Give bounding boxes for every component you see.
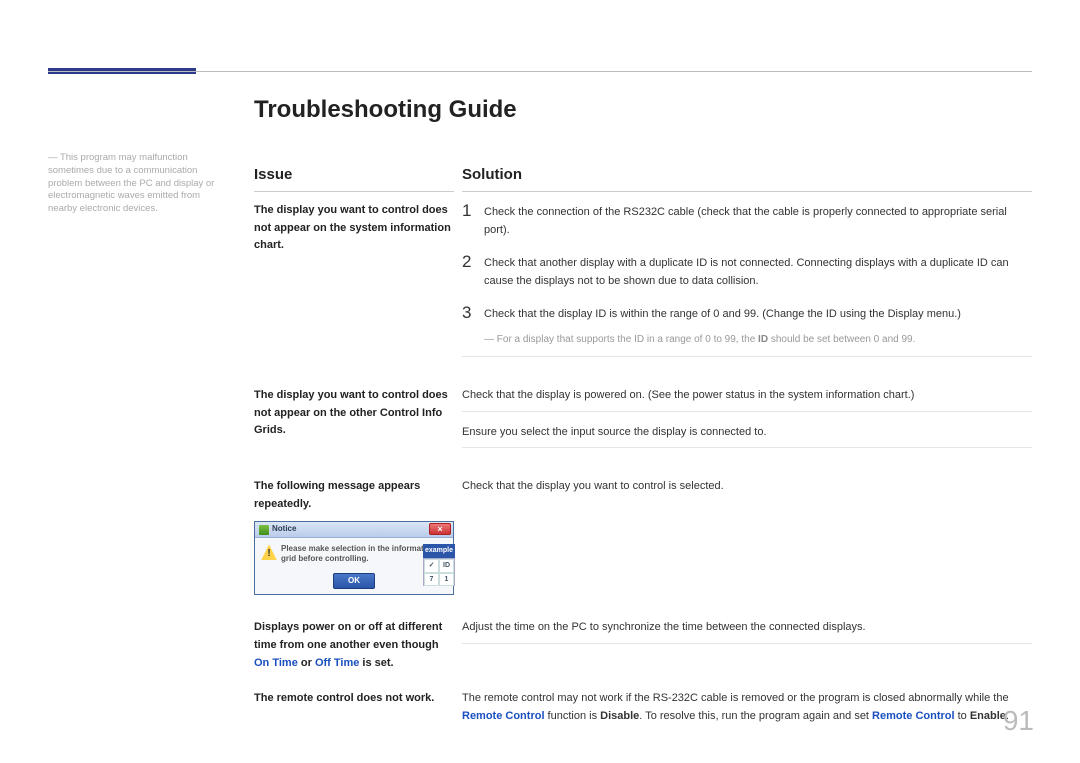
divider bbox=[462, 447, 1032, 448]
issue-text: The remote control does not work. bbox=[254, 690, 454, 725]
divider bbox=[462, 411, 1032, 412]
solution-cell: 1 Check the connection of the RS232C cab… bbox=[462, 202, 1032, 369]
text: to bbox=[955, 710, 970, 722]
solution-text: Adjust the time on the PC to synchronize… bbox=[462, 619, 1032, 637]
column-header-issue: Issue bbox=[254, 166, 454, 192]
grid-cell: 1 bbox=[439, 573, 454, 586]
text: The remote control may not work if the R… bbox=[462, 692, 1009, 704]
solution-text: Check that the display you want to contr… bbox=[462, 478, 1032, 496]
issue-text: The display you want to control does not… bbox=[254, 202, 454, 369]
main-content: Troubleshooting Guide Issue Solution The… bbox=[254, 96, 1032, 743]
solution-cell: Check that the display is powered on. (S… bbox=[462, 387, 1032, 460]
step-text: Check the connection of the RS232C cable… bbox=[484, 202, 1032, 239]
text: . To resolve this, run the program again… bbox=[639, 710, 872, 722]
issue-text: The display you want to control does not… bbox=[254, 387, 454, 460]
warning-icon bbox=[261, 544, 277, 560]
text: is set. bbox=[359, 657, 393, 669]
footnote-text: For a display that supports the ID in a … bbox=[497, 334, 758, 345]
solution-cell: Adjust the time on the PC to synchronize… bbox=[462, 619, 1032, 672]
remote-control-link: Remote Control bbox=[872, 710, 955, 722]
table-row: The remote control does not work. The re… bbox=[254, 690, 1032, 725]
step-number: 2 bbox=[462, 253, 484, 290]
bold-text: Disable bbox=[600, 710, 639, 722]
grid-cell: ID bbox=[439, 559, 454, 572]
table-row: The following message appears repeatedly… bbox=[254, 478, 1032, 601]
list-item: 2 Check that another display with a dupl… bbox=[462, 253, 1032, 290]
dialog-titlebar: Notice × bbox=[255, 522, 453, 538]
issue-text: The following message appears repeatedly… bbox=[254, 480, 420, 510]
bold-text: Enable bbox=[970, 710, 1006, 722]
list-item: 3 Check that the display ID is within th… bbox=[462, 304, 1032, 324]
example-badge: example bbox=[423, 544, 455, 557]
sidebar-note: This program may malfunction sometimes d… bbox=[48, 152, 218, 216]
close-icon[interactable]: × bbox=[429, 523, 451, 535]
list-item: 1 Check the connection of the RS232C cab… bbox=[462, 202, 1032, 239]
notice-dialog: Notice × Please make selection in the in… bbox=[254, 521, 454, 595]
page-title: Troubleshooting Guide bbox=[254, 96, 1032, 124]
issue-cell: The following message appears repeatedly… bbox=[254, 478, 454, 601]
footnote-text: should be set between 0 and 99. bbox=[768, 334, 915, 345]
column-header-solution: Solution bbox=[462, 166, 1032, 192]
grid-cell: ✓ bbox=[424, 559, 439, 572]
example-grid: ✓ ID 7 1 bbox=[423, 558, 455, 586]
divider bbox=[462, 356, 1032, 357]
header-rule bbox=[48, 71, 1032, 72]
text: or bbox=[298, 657, 315, 669]
page-number: 91 bbox=[1003, 705, 1034, 737]
solution-text: Check that the display is powered on. (S… bbox=[462, 387, 1032, 405]
solution-text: The remote control may not work if the R… bbox=[462, 690, 1032, 725]
step-number: 1 bbox=[462, 202, 484, 239]
solution-cell: Check that the display you want to contr… bbox=[462, 478, 1032, 601]
text: Displays power on or off at different ti… bbox=[254, 621, 442, 651]
footnote-bold: ID bbox=[758, 334, 768, 345]
footnote: For a display that supports the ID in a … bbox=[484, 332, 1032, 348]
divider bbox=[462, 643, 1032, 644]
grid-cell: 7 bbox=[424, 573, 439, 586]
table-row: Displays power on or off at different ti… bbox=[254, 619, 1032, 672]
solution-text: Ensure you select the input source the d… bbox=[462, 424, 1032, 442]
text: function is bbox=[545, 710, 601, 722]
table-row: The display you want to control does not… bbox=[254, 202, 1032, 369]
step-text: Check that the display ID is within the … bbox=[484, 304, 1032, 324]
step-number: 3 bbox=[462, 304, 484, 324]
table-row: The display you want to control does not… bbox=[254, 387, 1032, 460]
step-text: Check that another display with a duplic… bbox=[484, 253, 1032, 290]
table-header-row: Issue Solution bbox=[254, 166, 1032, 202]
on-time-link: On Time bbox=[254, 657, 298, 669]
off-time-link: Off Time bbox=[315, 657, 359, 669]
issue-text: Displays power on or off at different ti… bbox=[254, 619, 454, 672]
ok-button[interactable]: OK bbox=[333, 573, 375, 590]
dialog-title: Notice bbox=[272, 523, 296, 536]
remote-control-link: Remote Control bbox=[462, 710, 545, 722]
app-icon bbox=[259, 525, 269, 535]
